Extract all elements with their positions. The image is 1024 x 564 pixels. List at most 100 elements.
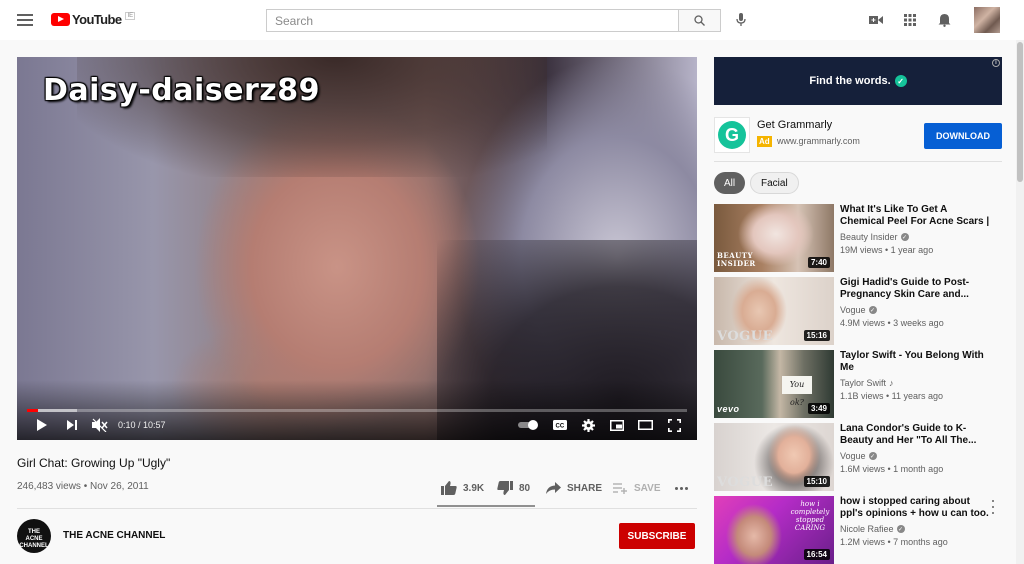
verified-check-icon: ✓ xyxy=(868,452,877,460)
like-count: 3.9K xyxy=(463,482,485,494)
menu-icon[interactable] xyxy=(17,14,33,26)
share-label: SHARE xyxy=(567,482,603,494)
verified-check-icon: ✓ xyxy=(896,525,905,533)
divider xyxy=(714,161,1002,162)
create-video-icon[interactable] xyxy=(868,12,884,28)
video-thumbnail[interactable]: You ok? vevo 3:49 xyxy=(714,350,834,418)
ad-banner-text: Find the words. xyxy=(809,75,891,87)
duration-badge: 15:16 xyxy=(803,330,830,341)
search-icon xyxy=(694,15,705,26)
grammarly-logo[interactable]: G xyxy=(714,117,750,153)
verified-check-icon: ✓ xyxy=(900,233,909,241)
recommendation-title[interactable]: What It's Like To Get A Chemical Peel Fo… xyxy=(840,204,992,228)
video-thumbnail[interactable]: how i completely stopped CARING 16:54 xyxy=(714,496,834,564)
add-to-playlist-icon xyxy=(613,483,627,494)
duration-badge: 7:40 xyxy=(807,257,830,268)
time-display: 0:10 / 10:57 xyxy=(118,420,166,430)
search-input[interactable] xyxy=(267,10,678,31)
autoplay-knob xyxy=(528,420,538,430)
dislike-button[interactable]: 80 xyxy=(497,480,530,496)
search-box[interactable] xyxy=(266,9,679,32)
recommendation-item[interactable]: VOGUE 15:16 Gigi Hadid's Guide to Post-P… xyxy=(714,277,1014,345)
youtube-logo[interactable]: YouTube IE xyxy=(51,11,136,27)
scrollbar-thumb[interactable] xyxy=(1017,42,1023,182)
recommendation-channel[interactable]: Nicole Rafiee ✓ xyxy=(840,524,905,534)
video-title: Girl Chat: Growing Up "Ugly" xyxy=(17,456,171,470)
mute-button[interactable] xyxy=(91,417,109,433)
thumbnail-watermark: vevo xyxy=(717,404,740,414)
svg-text:CC: CC xyxy=(556,424,565,430)
video-player[interactable]: Daisy-daiserz89 0:10 / 10:57 CC xyxy=(17,57,697,440)
share-button[interactable]: SHARE xyxy=(546,480,602,496)
progress-played xyxy=(27,409,38,412)
miniplayer-button[interactable] xyxy=(609,417,625,433)
chip-facial[interactable]: Facial xyxy=(750,172,799,194)
captions-button[interactable]: CC xyxy=(552,417,568,433)
verified-check-icon: ✓ xyxy=(868,306,877,314)
channel-avatar[interactable]: THE ACNE CHANNEL xyxy=(17,519,51,553)
video-thumbnail[interactable]: VOGUE 15:16 xyxy=(714,277,834,345)
autoplay-toggle[interactable] xyxy=(518,420,540,430)
play-icon xyxy=(37,419,47,431)
video-thumbnail[interactable]: BEAUTY INSIDER 7:40 xyxy=(714,204,834,272)
apps-grid-icon[interactable] xyxy=(902,12,918,28)
page-scrollbar[interactable] xyxy=(1016,40,1024,564)
chip-all[interactable]: All xyxy=(714,172,746,194)
duration-badge: 16:54 xyxy=(803,549,830,560)
checkmark-icon: ✓ xyxy=(894,75,907,87)
account-avatar[interactable] xyxy=(974,7,1000,33)
channel-avatar-line: ACNE xyxy=(25,536,43,542)
recommendation-item[interactable]: VOGUE 15:10 Lana Condor's Guide to K-Bea… xyxy=(714,423,1014,491)
top-bar: YouTube IE xyxy=(0,0,1024,40)
video-meta: 246,483 views • Nov 26, 2011 xyxy=(17,481,149,492)
theater-mode-button[interactable] xyxy=(637,417,653,433)
settings-button[interactable] xyxy=(580,417,596,433)
recommendation-channel[interactable]: Vogue ✓ xyxy=(840,305,877,315)
ad-banner[interactable]: Find the words. ✓ i xyxy=(714,57,1002,105)
youtube-watch-page: YouTube IE Daisy-daiserz89 xyxy=(0,0,1024,564)
microphone-icon[interactable] xyxy=(736,12,746,28)
captions-icon: CC xyxy=(553,420,567,430)
recommendation-item[interactable]: BEAUTY INSIDER 7:40 What It's Like To Ge… xyxy=(714,204,1014,272)
recommendation-menu-icon[interactable] xyxy=(990,500,996,514)
subscribe-button[interactable]: SUBSCRIBE xyxy=(619,523,695,549)
thumbnail-sign: You ok? xyxy=(782,376,812,407)
divider xyxy=(17,508,697,509)
fullscreen-button[interactable] xyxy=(666,417,682,433)
recommendation-title[interactable]: Gigi Hadid's Guide to Post-Pregnancy Ski… xyxy=(840,277,992,301)
recommendation-item[interactable]: how i completely stopped CARING 16:54 ho… xyxy=(714,496,1014,564)
recommendation-item[interactable]: You ok? vevo 3:49 Taylor Swift - You Bel… xyxy=(714,350,1014,418)
recommendation-views: 4.9M views • 3 weeks ago xyxy=(840,318,944,328)
next-button[interactable] xyxy=(65,417,79,433)
recommendation-views: 19M views • 1 year ago xyxy=(840,245,934,255)
recommendation-channel[interactable]: Vogue ✓ xyxy=(840,451,877,461)
save-button[interactable]: SAVE xyxy=(613,480,661,496)
ad-download-button[interactable]: DOWNLOAD xyxy=(924,123,1002,149)
ad-title[interactable]: Get Grammarly xyxy=(757,119,832,131)
ad-info-icon[interactable]: i xyxy=(992,59,1000,67)
notifications-bell-icon[interactable] xyxy=(936,12,952,28)
recommendation-title[interactable]: how i stopped caring about ppl's opinion… xyxy=(840,496,992,520)
recommendation-views: 1.2M views • 7 months ago xyxy=(840,537,948,547)
thumbnail-watermark: VOGUE xyxy=(717,329,774,344)
channel-name[interactable]: THE ACNE CHANNEL xyxy=(63,530,165,541)
thumbnail-caption: how i completely stopped CARING xyxy=(790,500,830,532)
recommendation-title[interactable]: Taylor Swift - You Belong With Me xyxy=(840,350,992,374)
logo-country-code: IE xyxy=(125,11,136,20)
progress-bar[interactable] xyxy=(27,409,687,412)
like-button[interactable]: 3.9K xyxy=(441,480,484,496)
theater-mode-icon xyxy=(637,420,653,430)
more-actions-icon[interactable] xyxy=(675,483,691,493)
search-button[interactable] xyxy=(678,9,721,32)
channel-avatar-line: THE xyxy=(28,529,40,535)
recommendation-title[interactable]: Lana Condor's Guide to K-Beauty and Her … xyxy=(840,423,992,447)
duration-badge: 3:49 xyxy=(807,403,830,414)
logo-text: YouTube xyxy=(72,12,122,27)
play-button[interactable] xyxy=(35,417,49,433)
recommendation-channel-name: Beauty Insider xyxy=(840,232,898,242)
video-thumbnail[interactable]: VOGUE 15:10 xyxy=(714,423,834,491)
recommendation-channel[interactable]: Beauty Insider ✓ xyxy=(840,232,909,242)
sentiment-bar xyxy=(437,505,535,507)
recommendation-channel[interactable]: Taylor Swift ♪ xyxy=(840,378,894,388)
fullscreen-icon xyxy=(667,418,681,432)
